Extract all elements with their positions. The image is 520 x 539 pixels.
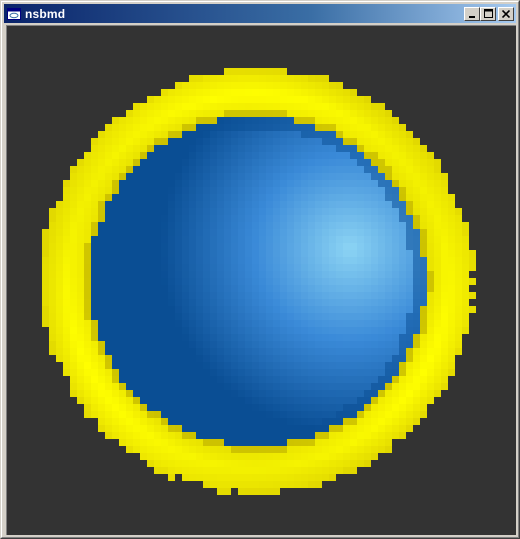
maximize-icon [483, 9, 493, 18]
minimize-button[interactable] [464, 6, 480, 21]
rendered-model [7, 26, 516, 535]
maximize-button[interactable] [480, 6, 496, 21]
app-window-icon[interactable] [6, 7, 22, 21]
title-buttons [464, 6, 514, 21]
window-frame: nsbmd [1, 1, 519, 538]
render-viewport[interactable] [6, 25, 516, 535]
app-window: nsbmd [0, 0, 520, 539]
minimize-icon [469, 15, 475, 18]
close-icon [502, 9, 510, 18]
close-button[interactable] [498, 6, 514, 21]
window-title: nsbmd [25, 6, 66, 21]
title-bar[interactable]: nsbmd [4, 4, 516, 23]
